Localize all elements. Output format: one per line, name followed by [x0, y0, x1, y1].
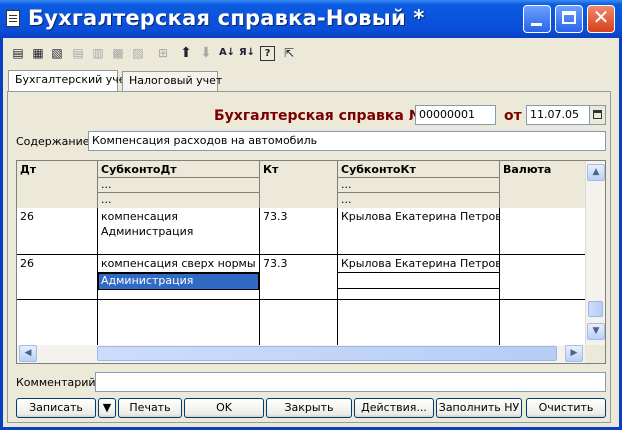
header-subrow: ... — [338, 177, 499, 192]
pointer-help-icon[interactable]: ⇱ — [280, 44, 298, 62]
cell-kt[interactable]: 73.3 — [260, 208, 338, 255]
header-subrow: ... — [98, 177, 259, 192]
edit-row-icon[interactable]: ▤ — [69, 44, 87, 62]
actions-button[interactable]: Действия... — [354, 398, 434, 418]
cell-line: компенсация — [101, 210, 178, 223]
calendar-icon[interactable] — [589, 105, 606, 125]
minimize-button[interactable] — [523, 5, 551, 33]
content-field[interactable]: Компенсация расходов на автомобиль — [88, 131, 606, 151]
tab-tax[interactable]: Налоговый учет — [122, 71, 222, 91]
header-subrow: ... — [98, 192, 259, 207]
comment-field[interactable] — [95, 372, 606, 392]
close-window-button[interactable]: ✕ — [587, 5, 615, 33]
delete-row-icon[interactable]: ▧ — [48, 44, 66, 62]
clone-row-icon[interactable]: ▥ — [89, 44, 107, 62]
sort-asc-icon[interactable]: A↓ — [218, 44, 236, 62]
settings-icon[interactable]: ⊞ — [154, 44, 172, 62]
content-label: Содержание: — [16, 135, 94, 148]
sort-desc-icon[interactable]: Я↓ — [238, 44, 256, 62]
cell-subconto-dt[interactable]: компенсация Администрация — [98, 208, 260, 255]
cell-line: компенсация сверх нормы — [98, 255, 259, 273]
entries-table[interactable]: Дт СубконтоДт ... ... Кт СубконтоКт ... … — [16, 160, 606, 364]
clear-button[interactable]: Очистить — [526, 398, 606, 418]
dropdown-arrow-icon[interactable]: ▼ — [98, 398, 116, 418]
empty-cell[interactable] — [17, 300, 98, 350]
close-icon: ✕ — [592, 5, 610, 29]
add-row-icon[interactable]: ▤ — [9, 44, 27, 62]
horizontal-scrollbar[interactable]: ◀ ▶ — [17, 345, 585, 363]
date-field[interactable]: 11.07.05 — [526, 105, 590, 125]
scroll-down-icon[interactable]: ▼ — [587, 323, 605, 340]
cell-subconto-dt[interactable]: компенсация сверх нормы Администрация — [98, 255, 260, 300]
move-down-icon[interactable]: ⬇ — [197, 44, 215, 62]
cell-subconto-kt[interactable]: Крылова Екатерина Петровна — [338, 208, 500, 255]
end-edit-icon[interactable]: ▩ — [109, 44, 127, 62]
save-button[interactable]: Записать — [16, 398, 96, 418]
scroll-left-icon[interactable]: ◀ — [19, 345, 37, 362]
column-header-subconto-kt-label: СубконтоКт — [341, 163, 416, 176]
header-subrow: ... — [338, 192, 499, 207]
cell-subconto-kt[interactable]: Крылова Екатерина Петровна — [338, 255, 500, 300]
document-icon — [6, 10, 20, 27]
empty-cell[interactable] — [260, 300, 338, 350]
cell-currency[interactable] — [500, 208, 586, 255]
selected-cell[interactable]: Администрация — [98, 273, 259, 290]
move-up-icon[interactable]: ⬆ — [177, 44, 195, 62]
copy-row-icon[interactable]: ▦ — [29, 44, 47, 62]
close-button[interactable]: Закрыть — [266, 398, 352, 418]
cell-line — [338, 273, 499, 289]
empty-cell[interactable] — [500, 300, 586, 350]
maximize-button[interactable] — [555, 5, 583, 33]
cell-currency[interactable] — [500, 255, 586, 300]
help-icon[interactable]: ? — [260, 46, 275, 61]
date-label: от — [504, 108, 522, 124]
column-header-subconto-dt-label: СубконтоДт — [101, 163, 177, 176]
doc-number-label: Бухгалтерская справка № — [214, 108, 426, 124]
cell-line: Администрация — [101, 225, 194, 238]
cell-line: Крылова Екатерина Петровна — [341, 210, 500, 223]
vertical-scrollbar[interactable]: ▲ ▼ — [585, 161, 605, 346]
print-button[interactable]: Печать — [118, 398, 182, 418]
column-header-dt[interactable]: Дт — [17, 161, 98, 208]
cell-dt[interactable]: 26 — [17, 208, 98, 255]
scroll-corner — [585, 345, 605, 363]
column-header-kt[interactable]: Кт — [260, 161, 338, 208]
scroll-up-icon[interactable]: ▲ — [587, 164, 605, 181]
vertical-scroll-thumb[interactable] — [588, 301, 603, 317]
tab-accounting[interactable]: Бухгалтерский учет — [8, 70, 132, 92]
empty-cell[interactable] — [338, 300, 500, 350]
doc-number-field[interactable]: 00000001 — [415, 105, 496, 125]
cell-dt[interactable]: 26 — [17, 255, 98, 300]
column-header-currency[interactable]: Валюта — [500, 161, 586, 208]
title-bar[interactable]: Бухгалтерская справка-Новый * ✕ — [0, 0, 622, 38]
comment-label: Комментарий: — [16, 376, 100, 389]
column-header-subconto-dt[interactable]: СубконтоДт ... ... — [98, 161, 260, 208]
fill-nu-button[interactable]: Заполнить НУ — [436, 398, 522, 418]
insert-row-icon[interactable]: ▨ — [129, 44, 147, 62]
column-header-subconto-kt[interactable]: СубконтоКт ... ... — [338, 161, 500, 208]
empty-cell[interactable] — [98, 300, 260, 350]
cell-kt[interactable]: 73.3 — [260, 255, 338, 300]
scroll-right-icon[interactable]: ▶ — [565, 345, 583, 362]
horizontal-scroll-thumb[interactable] — [97, 346, 557, 361]
window-title: Бухгалтерская справка-Новый * — [28, 6, 425, 30]
cell-line: Крылова Екатерина Петровна — [338, 255, 499, 273]
ok-button[interactable]: OK — [184, 398, 264, 418]
